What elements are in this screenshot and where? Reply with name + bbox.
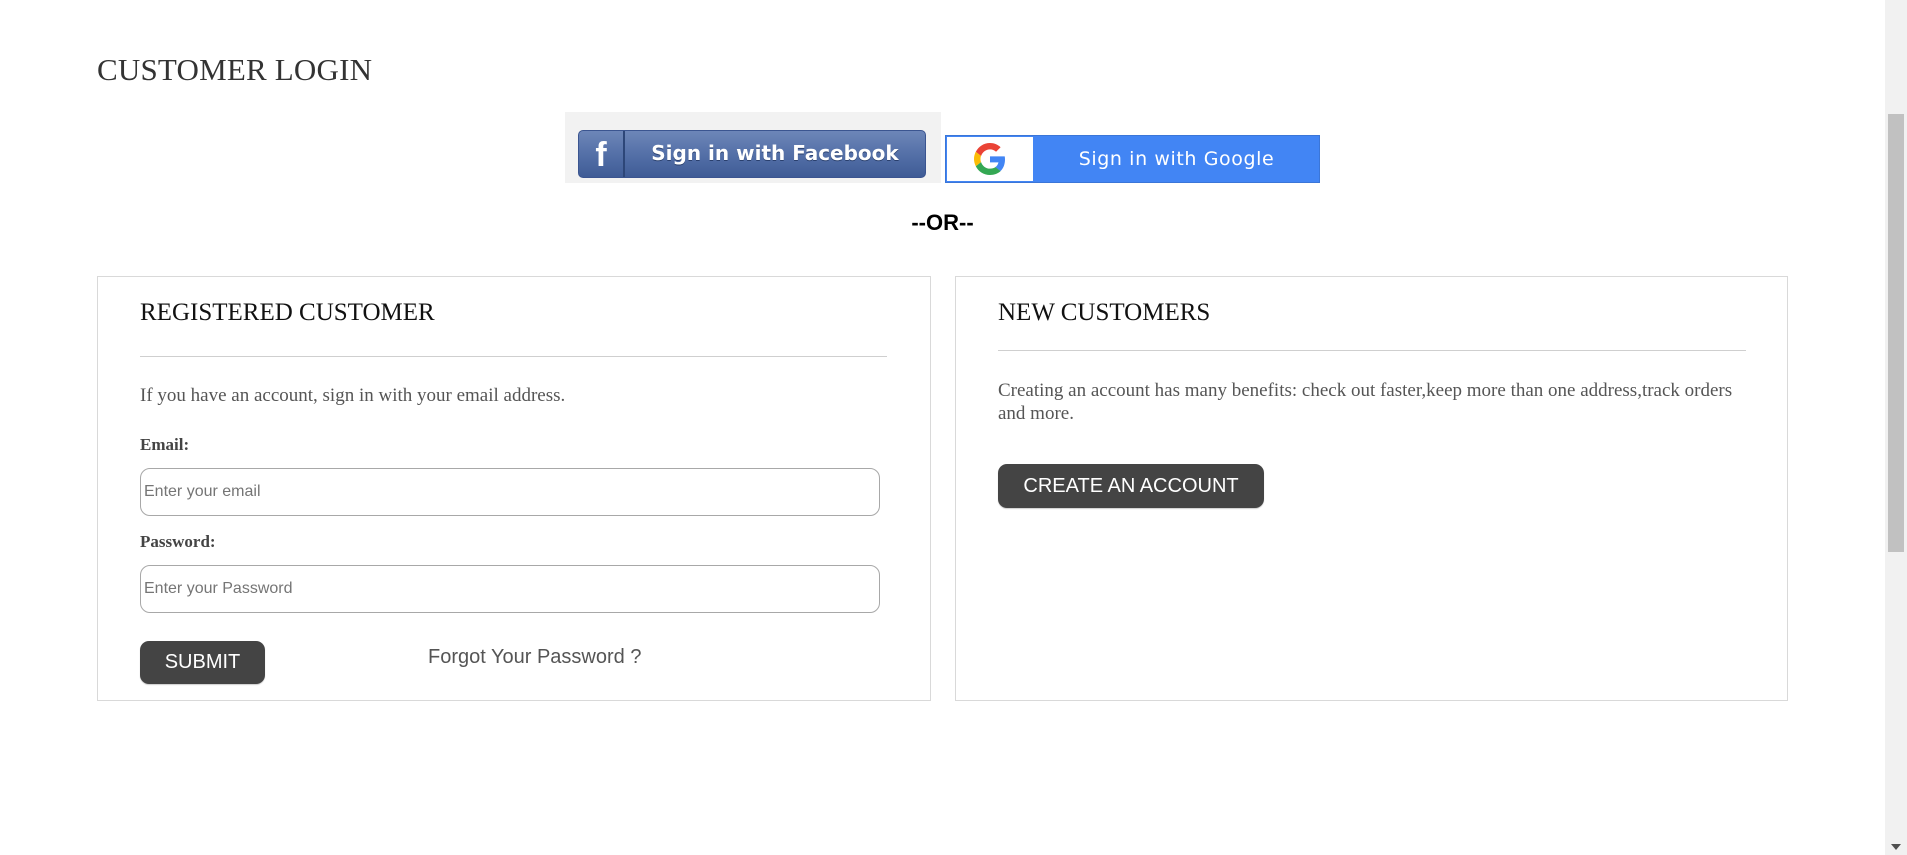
google-sign-in-label: Sign in with Google xyxy=(1078,148,1275,170)
vertical-scrollbar[interactable] xyxy=(1885,0,1907,855)
scrollbar-thumb[interactable] xyxy=(1888,114,1904,552)
email-label: Email: xyxy=(140,435,190,454)
forgot-password-link[interactable]: Forgot Your Password ? xyxy=(428,646,641,669)
new-customers-title: NEW CUSTOMERS xyxy=(998,299,1211,326)
new-customers-panel: NEW CUSTOMERS Creating an account has ma… xyxy=(955,276,1788,701)
email-field[interactable] xyxy=(140,468,880,516)
or-divider: --OR-- xyxy=(911,210,974,235)
google-sign-in-button[interactable]: Sign in with Google xyxy=(945,135,1320,183)
facebook-sign-in-button[interactable]: f Sign in with Facebook xyxy=(578,130,926,178)
new-customers-text: Creating an account has many benefits: c… xyxy=(998,380,1733,424)
page-title: CUSTOMER LOGIN xyxy=(97,52,373,87)
facebook-f-icon: f xyxy=(579,131,625,177)
password-field[interactable] xyxy=(140,565,880,613)
create-account-button[interactable]: CREATE AN ACCOUNT xyxy=(998,464,1264,508)
facebook-sign-in-label: Sign in with Facebook xyxy=(651,141,899,165)
triangle-down-icon[interactable] xyxy=(1885,838,1907,855)
password-label: Password: xyxy=(140,532,216,551)
registered-customer-intro: If you have an account, sign in with you… xyxy=(140,385,566,406)
panel-divider xyxy=(998,350,1746,351)
panel-divider xyxy=(140,356,887,357)
registered-customer-title: REGISTERED CUSTOMER xyxy=(140,299,435,326)
registered-customer-panel: REGISTERED CUSTOMER If you have an accou… xyxy=(97,276,931,701)
google-g-icon xyxy=(947,137,1033,181)
submit-button[interactable]: SUBMIT xyxy=(140,641,265,684)
